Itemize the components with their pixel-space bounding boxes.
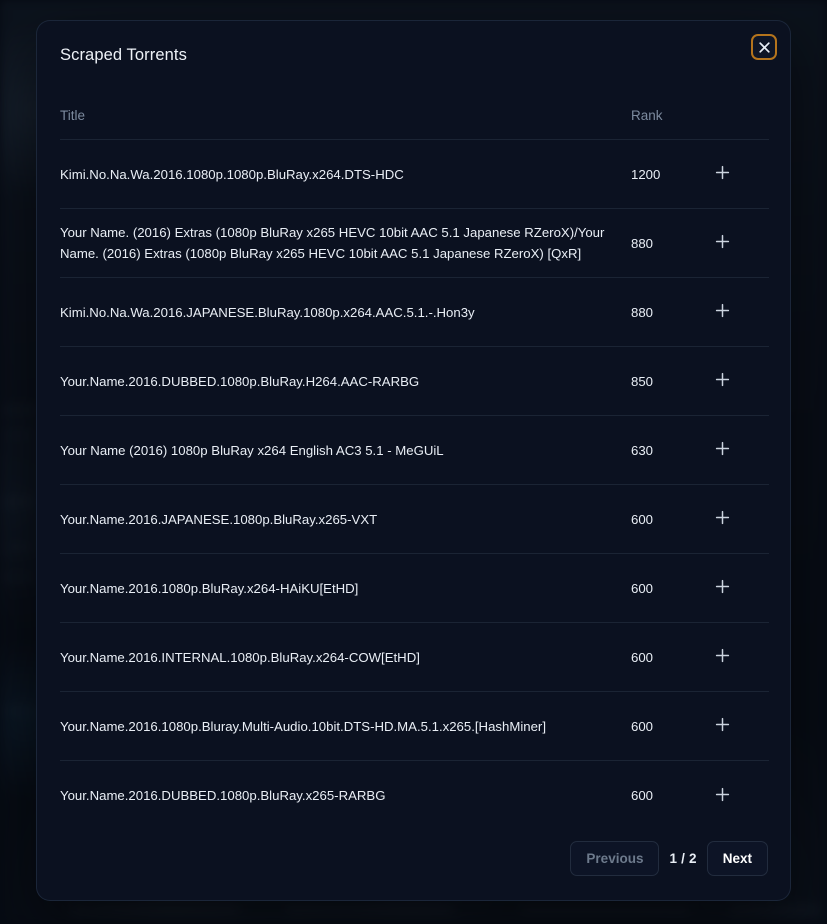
torrent-rank: 880 bbox=[631, 235, 654, 251]
table-row: Kimi.No.Na.Wa.2016.1080p.1080p.BluRay.x2… bbox=[60, 140, 769, 209]
plus-icon bbox=[715, 787, 730, 805]
torrent-action-cell bbox=[709, 161, 769, 187]
torrent-rank: 880 bbox=[631, 304, 654, 320]
table-row: Your.Name.2016.JAPANESE.1080p.BluRay.x26… bbox=[60, 485, 769, 554]
table-row: Your.Name.2016.1080p.BluRay.x264-HAiKU[E… bbox=[60, 554, 769, 623]
page-indicator: 1 / 2 bbox=[669, 851, 697, 866]
plus-icon bbox=[715, 717, 730, 735]
torrents-table: Title Rank Kimi.No.Na.Wa.2016.1080p.1080… bbox=[60, 91, 769, 830]
add-torrent-button[interactable] bbox=[709, 575, 735, 601]
torrent-rank: 600 bbox=[631, 580, 654, 596]
scraped-torrents-modal: Scraped Torrents Title Rank Kimi.No.Na.W… bbox=[36, 20, 791, 901]
modal-title: Scraped Torrents bbox=[60, 46, 187, 64]
torrent-action-cell bbox=[709, 368, 769, 394]
torrent-title: Your.Name.2016.1080p.Bluray.Multi-Audio.… bbox=[60, 718, 546, 734]
torrent-rank: 600 bbox=[631, 511, 654, 527]
torrent-action-cell bbox=[709, 644, 769, 670]
table-row: Your Name. (2016) Extras (1080p BluRay x… bbox=[60, 209, 769, 278]
add-torrent-button[interactable] bbox=[709, 299, 735, 325]
add-torrent-button[interactable] bbox=[709, 644, 735, 670]
plus-icon bbox=[715, 303, 730, 321]
torrent-rank: 850 bbox=[631, 373, 654, 389]
torrent-rank: 600 bbox=[631, 718, 654, 734]
torrent-title: Kimi.No.Na.Wa.2016.1080p.1080p.BluRay.x2… bbox=[60, 166, 404, 182]
add-torrent-button[interactable] bbox=[709, 230, 735, 256]
add-torrent-button[interactable] bbox=[709, 713, 735, 739]
torrent-action-cell bbox=[709, 575, 769, 601]
torrent-action-cell bbox=[709, 783, 769, 809]
torrent-title: Your.Name.2016.JAPANESE.1080p.BluRay.x26… bbox=[60, 511, 378, 527]
plus-icon bbox=[715, 441, 730, 459]
torrent-action-cell bbox=[709, 713, 769, 739]
torrent-title: Kimi.No.Na.Wa.2016.JAPANESE.BluRay.1080p… bbox=[60, 304, 475, 320]
add-torrent-button[interactable] bbox=[709, 368, 735, 394]
table-row: Your.Name.2016.DUBBED.1080p.BluRay.H264.… bbox=[60, 347, 769, 416]
torrent-title: Your Name (2016) 1080p BluRay x264 Engli… bbox=[60, 442, 444, 458]
table-body: Kimi.No.Na.Wa.2016.1080p.1080p.BluRay.x2… bbox=[60, 140, 769, 830]
next-page-button[interactable]: Next bbox=[706, 841, 768, 876]
torrent-title: Your.Name.2016.DUBBED.1080p.BluRay.H264.… bbox=[60, 373, 420, 389]
torrent-rank: 600 bbox=[631, 788, 654, 803]
torrent-action-cell bbox=[709, 437, 769, 463]
plus-icon bbox=[715, 648, 730, 666]
plus-icon bbox=[715, 579, 730, 597]
table-row: Your.Name.2016.INTERNAL.1080p.BluRay.x26… bbox=[60, 623, 769, 692]
torrent-action-cell bbox=[709, 299, 769, 325]
add-torrent-button[interactable] bbox=[709, 506, 735, 532]
torrent-rank: 600 bbox=[631, 649, 654, 665]
plus-icon bbox=[715, 234, 730, 252]
torrent-action-cell bbox=[709, 506, 769, 532]
plus-icon bbox=[715, 372, 730, 390]
table-row: Your.Name.2016.1080p.Bluray.Multi-Audio.… bbox=[60, 692, 769, 761]
torrent-title: Your.Name.2016.1080p.BluRay.x264-HAiKU[E… bbox=[60, 580, 359, 596]
table-row: Your.Name.2016.DUBBED.1080p.BluRay.x265-… bbox=[60, 761, 769, 830]
close-icon bbox=[758, 41, 771, 54]
close-button[interactable] bbox=[751, 34, 777, 60]
previous-page-button[interactable]: Previous bbox=[570, 841, 660, 876]
plus-icon bbox=[715, 165, 730, 183]
add-torrent-button[interactable] bbox=[709, 161, 735, 187]
plus-icon bbox=[715, 510, 730, 528]
torrent-rank: 630 bbox=[631, 442, 654, 458]
table-row: Kimi.No.Na.Wa.2016.JAPANESE.BluRay.1080p… bbox=[60, 278, 769, 347]
add-torrent-button[interactable] bbox=[709, 437, 735, 463]
add-torrent-button[interactable] bbox=[709, 783, 735, 809]
table-row: Your Name (2016) 1080p BluRay x264 Engli… bbox=[60, 416, 769, 485]
torrent-action-cell bbox=[709, 230, 769, 256]
torrent-title: Your Name. (2016) Extras (1080p BluRay x… bbox=[60, 225, 605, 261]
torrent-title: Your.Name.2016.DUBBED.1080p.BluRay.x265-… bbox=[60, 788, 386, 803]
table-header-row: Title Rank bbox=[60, 91, 769, 140]
torrent-title: Your.Name.2016.INTERNAL.1080p.BluRay.x26… bbox=[60, 649, 420, 665]
torrent-rank: 1200 bbox=[631, 166, 661, 182]
pagination: Previous 1 / 2 Next bbox=[570, 841, 768, 876]
column-header-rank: Rank bbox=[631, 107, 663, 123]
column-header-title: Title bbox=[60, 107, 86, 123]
